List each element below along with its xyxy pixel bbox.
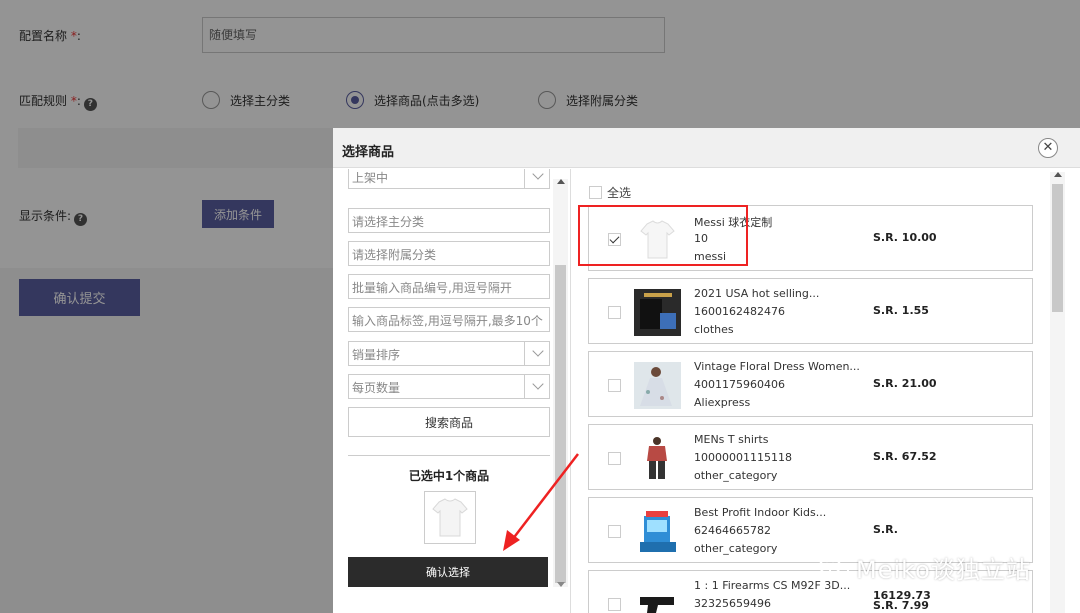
watermark-text: Meiko谈独立站 [856, 556, 1031, 584]
watermark: Meiko谈独立站 [818, 550, 1031, 585]
wechat-icon [819, 556, 849, 579]
red-arrow-annotation [503, 453, 579, 551]
